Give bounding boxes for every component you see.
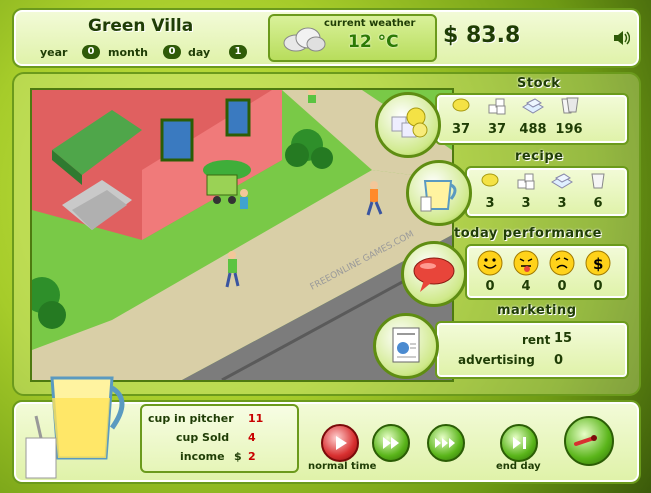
stock-sugar-value: 37: [487, 122, 507, 137]
cup-icon: [551, 97, 587, 119]
month-label: month: [108, 46, 148, 59]
marketing-title: marketing: [497, 303, 577, 318]
stock-title: Stock: [517, 76, 561, 91]
fast-forward-button[interactable]: [372, 424, 410, 462]
performance-happy-value: 0: [485, 279, 495, 294]
newspaper-icon[interactable]: [373, 313, 439, 379]
play-button[interactable]: [321, 424, 359, 462]
ice-icon: [515, 97, 551, 119]
month-value: 0: [163, 45, 181, 59]
money-face-icon: $: [580, 250, 616, 280]
lemon-icon: [443, 97, 479, 119]
happy-face-icon: [472, 250, 508, 280]
performance-money-value: 0: [593, 279, 603, 294]
sugar-icon: [508, 172, 544, 194]
marketing-panel[interactable]: [435, 321, 629, 379]
income-currency: $: [234, 450, 242, 463]
day-value: 1: [229, 45, 247, 59]
advertising-label: advertising: [458, 353, 535, 367]
cup-sold-label: cup Sold: [176, 431, 230, 444]
cup-in-pitcher-value: 11: [248, 412, 264, 425]
rent-value[interactable]: 15: [554, 331, 572, 346]
tongue-face-icon: [508, 250, 544, 280]
weather-box: current weather 12 °C: [268, 14, 437, 62]
speed-gauge-icon: [564, 416, 614, 466]
recipe-icons-row: [472, 172, 616, 194]
recipe-sugar-value: 3: [521, 196, 531, 211]
cloud-icon: [280, 26, 328, 56]
year-value: 0: [82, 45, 100, 59]
sales-summary-box: cup in pitcher 11 cup Sold 4 income $ 2: [140, 404, 299, 473]
end-day-label: end day: [496, 461, 541, 472]
sour-face-icon: [544, 250, 580, 280]
speaker-icon[interactable]: [612, 30, 631, 50]
performance-title: today performance: [454, 226, 602, 241]
cup-icon: [580, 172, 616, 194]
pitcher-large-icon: [18, 368, 133, 490]
fastest-forward-button[interactable]: [427, 424, 465, 462]
cup-in-pitcher-label: cup in pitcher: [148, 412, 234, 425]
year-label: year: [40, 46, 68, 59]
stock-cup-value: 196: [555, 122, 583, 137]
lemon-icon: [472, 172, 508, 194]
money-display: $ 83.8: [443, 23, 521, 48]
performance-sour-value: 0: [557, 279, 567, 294]
stock-ice-value: 488: [519, 122, 547, 137]
recipe-ice-value: 3: [557, 196, 567, 211]
income-label: income: [180, 450, 225, 463]
ice-icon: [544, 172, 580, 194]
performance-tongue-value: 4: [521, 279, 531, 294]
svg-text:$: $: [593, 255, 603, 273]
normal-time-label: normal time: [308, 461, 377, 472]
cup-sold-value: 4: [248, 431, 256, 444]
advertising-value[interactable]: 0: [554, 353, 563, 368]
weather-temperature: 12 °C: [348, 32, 399, 52]
end-day-button[interactable]: [500, 424, 538, 462]
recipe-values-row: 3 3 3 6: [472, 196, 616, 211]
weather-label: current weather: [324, 18, 416, 29]
game-window: Green Villa year 0 month 0 day 1 current…: [0, 0, 651, 493]
rent-label: rent: [522, 333, 551, 347]
day-label: day: [188, 46, 211, 59]
recipe-title: recipe: [515, 149, 564, 164]
recipe-lemon-value: 3: [485, 196, 495, 211]
pitcher-icon[interactable]: [406, 160, 472, 226]
recipe-cup-value: 6: [593, 196, 603, 211]
stock-icon: [375, 92, 441, 158]
sugar-icon: [479, 97, 515, 119]
performance-values-row: 0 4 0 0: [472, 279, 616, 294]
location-title: Green Villa: [88, 16, 194, 36]
stock-values-row: 37 37 488 196: [443, 122, 587, 137]
stock-lemon-value: 37: [451, 122, 471, 137]
stock-icons-row: [443, 97, 587, 119]
speech-bubble-icon: [401, 241, 467, 307]
performance-icons-row: $: [472, 250, 616, 280]
income-value: 2: [248, 450, 256, 463]
